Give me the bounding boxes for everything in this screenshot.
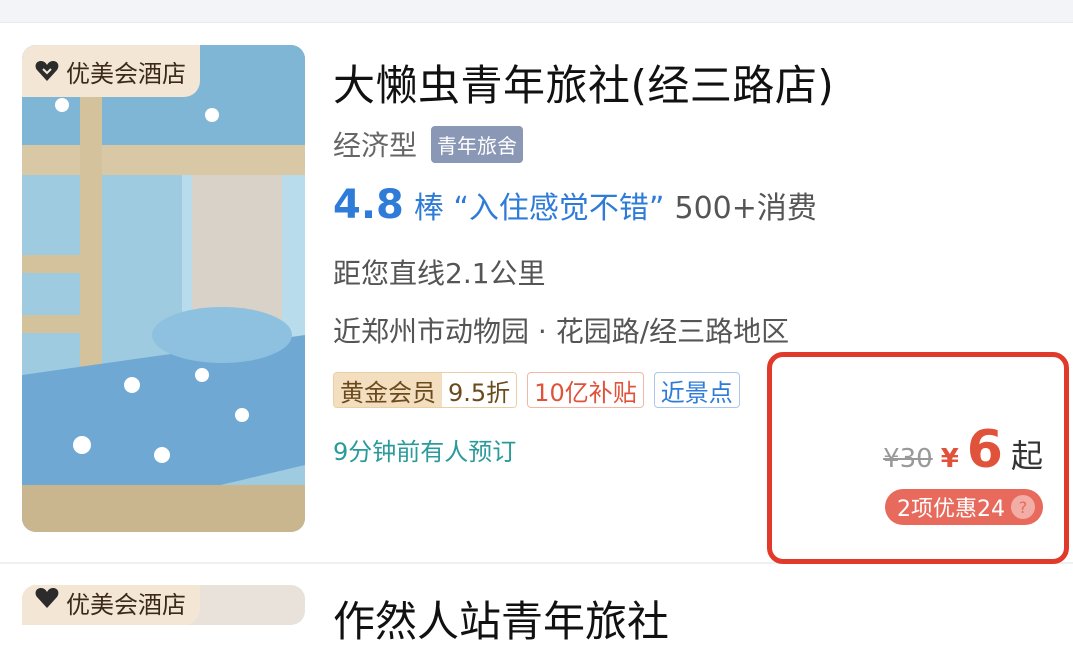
distance-text: 距您直线2.1公里 xyxy=(333,257,546,290)
heart-icon xyxy=(35,588,59,608)
price-row[interactable]: ¥30 ¥ 6 起 xyxy=(883,420,1043,480)
currency-symbol: ¥ xyxy=(940,444,959,474)
gold-member-discount: 9.5折 xyxy=(442,373,517,407)
next-hotel-title[interactable]: 作然人站青年旅社 xyxy=(333,588,669,649)
rating-praise: 棒 “入住感觉不错” xyxy=(413,191,665,226)
gold-member-label: 黄金会员 xyxy=(334,373,442,407)
discount-label: 2项优惠24 xyxy=(897,497,1005,522)
consumption-count: 500+消费 xyxy=(674,191,817,226)
discount-badge[interactable]: 2项优惠24 ? xyxy=(885,489,1043,525)
badge-label: 优美会酒店 xyxy=(66,59,186,88)
hotel-photo[interactable] xyxy=(22,45,305,532)
hotel-type: 经济型 xyxy=(333,129,418,162)
current-price: 6 xyxy=(966,420,1003,480)
top-strip xyxy=(0,0,1073,23)
hotel-brand-badge: 优美会酒店 xyxy=(22,45,200,97)
hotel-type-tag: 青年旅舍 xyxy=(431,125,524,163)
hotel-title[interactable]: 大懒虫青年旅社(经三路店) xyxy=(333,52,834,113)
price-suffix: 起 xyxy=(1010,437,1043,475)
tags-row: 黄金会员 9.5折 10亿补贴 近景点 xyxy=(333,372,740,408)
rating-row[interactable]: 4.8 棒 “入住感觉不错” 500+消费 xyxy=(333,182,817,228)
original-price: ¥30 xyxy=(883,444,933,474)
heart-icon xyxy=(35,61,59,81)
gold-member-tag: 黄金会员 9.5折 xyxy=(333,372,518,408)
location-text: 近郑州市动物园 · 花园路/经三路地区 xyxy=(333,315,790,348)
scenic-tag: 近景点 xyxy=(653,372,740,408)
recent-booking-text: 9分钟前有人预订 xyxy=(333,438,517,466)
hotel-type-row: 经济型 青年旅舍 xyxy=(333,124,524,164)
next-badge-label: 优美会酒店 xyxy=(66,591,186,619)
rating-score: 4.8 xyxy=(333,182,404,228)
help-icon[interactable]: ? xyxy=(1011,495,1035,519)
card-separator xyxy=(0,562,1073,564)
next-hotel-brand-badge: 优美会酒店 xyxy=(22,585,200,625)
subsidy-tag: 10亿补贴 xyxy=(527,372,644,408)
